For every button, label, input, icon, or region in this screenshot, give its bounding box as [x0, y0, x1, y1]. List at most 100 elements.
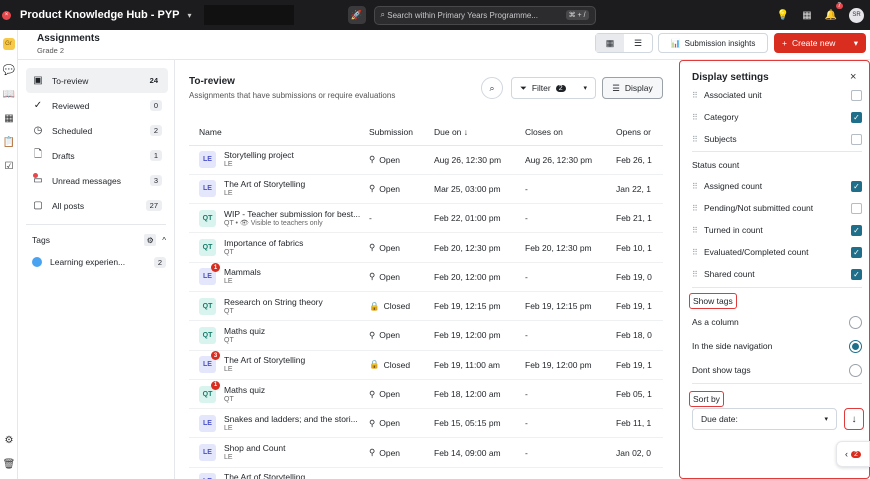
checkbox[interactable]: [851, 89, 862, 101]
checkbox-checked[interactable]: ✓: [851, 224, 862, 236]
assignment-title[interactable]: The Art of Storytelling: [224, 355, 369, 365]
drag-handle-icon[interactable]: ⠿: [692, 204, 704, 213]
sort-by-select[interactable]: Due date: ▾: [692, 408, 837, 430]
column-header-opens-on[interactable]: Opens or: [616, 120, 663, 146]
setting-assigned-count[interactable]: ⠿ Assigned count ✓: [692, 176, 862, 196]
table-view-icon[interactable]: ▦: [596, 34, 624, 52]
sidebar-item-to-review[interactable]: ▣ To-review 24: [26, 68, 168, 93]
table-row[interactable]: QT Maths quiz QT ⚲ Open Feb 19, 12:00 pm - Feb …: [189, 320, 663, 351]
submission-insights-button[interactable]: 📊 Submission insights: [658, 33, 768, 53]
drag-handle-icon[interactable]: ⠿: [692, 270, 704, 279]
tag-option-side-navigation[interactable]: In the side navigation: [692, 336, 862, 356]
list-view-icon[interactable]: ☰: [624, 34, 652, 52]
column-header-closes-on[interactable]: Closes on: [525, 120, 616, 146]
option-label: As a column: [692, 317, 739, 327]
table-row[interactable]: LEThe Art of StorytellingLE: [189, 467, 663, 479]
checkbox-icon[interactable]: ☑: [0, 154, 18, 178]
create-new-button[interactable]: + Create new ▾: [774, 33, 866, 53]
column-header-name[interactable]: Name: [189, 120, 369, 146]
table-row[interactable]: LE Shop and Count LE ⚲ Open Feb 14, 09:00 am -…: [189, 437, 663, 468]
setting-pending-count[interactable]: ⠿ Pending/Not submitted count: [692, 198, 862, 218]
lightbulb-icon[interactable]: 💡: [777, 9, 789, 21]
close-window-button[interactable]: ×: [2, 10, 11, 20]
checkbox-checked[interactable]: ✓: [851, 180, 862, 192]
search-button[interactable]: ⌕: [481, 77, 503, 99]
search-input[interactable]: ⌕ Search within Primary Years Programme.…: [373, 5, 596, 25]
display-button[interactable]: ☰ Display: [602, 77, 663, 99]
setting-shared-count[interactable]: ⠿ Shared count ✓: [692, 264, 862, 284]
setting-category[interactable]: ⠿ Category ✓: [692, 107, 862, 127]
assignment-title[interactable]: Shop and Count: [224, 443, 369, 453]
panel-title: Display settings: [692, 72, 769, 83]
checkbox-checked[interactable]: ✓: [851, 111, 862, 123]
sidebar-item-all-posts[interactable]: ▢ All posts 27: [26, 193, 168, 218]
avatar[interactable]: SR: [849, 7, 864, 23]
assignment-title[interactable]: Storytelling project: [224, 150, 369, 160]
table-row[interactable]: QT 1 Maths quiz QT ⚲ Open Feb 18, 12:00 am - Feb…: [189, 379, 663, 410]
assignment-title[interactable]: Maths quiz: [224, 385, 369, 395]
clipboard-icon[interactable]: 📋: [0, 130, 18, 154]
grid-icon[interactable]: ▦: [0, 106, 18, 130]
drag-handle-icon[interactable]: ⠿: [692, 135, 704, 144]
bell-icon[interactable]: 🔔 7: [825, 3, 843, 21]
book-icon[interactable]: 📖: [0, 82, 18, 106]
assignment-title[interactable]: The Art of Storytelling: [224, 179, 369, 189]
setting-turned-in-count[interactable]: ⠿ Turned in count ✓: [692, 220, 862, 240]
trash-icon[interactable]: 🗑: [0, 452, 18, 476]
radio-button[interactable]: [849, 315, 862, 329]
chat-icon[interactable]: 💬: [0, 58, 18, 82]
checkbox-checked[interactable]: ✓: [851, 246, 862, 258]
app-logo[interactable]: Gr: [2, 38, 15, 50]
sidebar-item-drafts[interactable]: 🗋 Drafts 1: [26, 143, 168, 168]
table-row[interactable]: LE Snakes and ladders; and the stori... LE…: [189, 408, 663, 439]
table-row[interactable]: QT Importance of fabrics QT ⚲ Open Feb 20, 12…: [189, 232, 663, 263]
table-row[interactable]: LE 1 Mammals LE ⚲ Open Feb 20, 12:00 pm - Feb 19…: [189, 262, 663, 292]
setting-associated-unit[interactable]: ⠿ Associated unit: [692, 85, 862, 105]
unlock-icon: ⚲: [369, 183, 376, 194]
workspace-title[interactable]: Product Knowledge Hub - PYP: [20, 9, 180, 21]
tag-option-dont-show[interactable]: Dont show tags: [692, 360, 862, 380]
sort-direction-button[interactable]: ↓: [844, 408, 864, 430]
radio-button-selected[interactable]: [849, 339, 862, 353]
settings-icon[interactable]: ⚙: [0, 428, 18, 452]
assignment-title[interactable]: Maths quiz: [224, 326, 369, 336]
table-row[interactable]: LE 3 The Art of Storytelling LE 🔒 Closed Feb 1…: [189, 350, 663, 380]
assignment-title[interactable]: WIP - Teacher submission for best...: [224, 209, 369, 219]
column-header-submission[interactable]: Submission: [369, 120, 434, 146]
calendar-icon[interactable]: ▦: [801, 9, 813, 21]
floating-expand-button[interactable]: ‹ 2: [836, 441, 870, 467]
filter-button[interactable]: ⏷ Filter 2 ▾: [511, 77, 596, 99]
drag-handle-icon[interactable]: ⠿: [692, 113, 704, 122]
assignment-title[interactable]: The Art of Storytelling: [224, 472, 369, 479]
chevron-down-icon[interactable]: ▾: [188, 11, 192, 20]
sidebar-item-reviewed[interactable]: ✓ Reviewed 0: [26, 93, 168, 118]
setting-evaluated-count[interactable]: ⠿ Evaluated/Completed count ✓: [692, 242, 862, 262]
assignment-title[interactable]: Mammals: [224, 267, 369, 277]
assignment-title[interactable]: Snakes and ladders; and the stori...: [224, 414, 369, 424]
drag-handle-icon[interactable]: ⠿: [692, 248, 704, 257]
radio-button[interactable]: [849, 363, 862, 377]
close-icon[interactable]: ×: [850, 71, 856, 83]
chevron-up-icon[interactable]: ^: [162, 236, 166, 245]
table-row[interactable]: QT Research on String theory QT 🔒 Closed Feb …: [189, 291, 663, 322]
checkbox[interactable]: [851, 133, 862, 145]
checkbox[interactable]: [851, 202, 862, 214]
table-row[interactable]: LE Storytelling project LE ⚲ Open Aug 26, 12:…: [189, 145, 663, 175]
drag-handle-icon[interactable]: ⠿: [692, 182, 704, 191]
gear-icon[interactable]: ⚙: [144, 234, 157, 246]
table-row[interactable]: QT WIP - Teacher submission for best... QT…: [189, 203, 663, 234]
drag-handle-icon[interactable]: ⠿: [692, 91, 704, 100]
sidebar-item-scheduled[interactable]: ◷ Scheduled 2: [26, 118, 168, 143]
table-row[interactable]: LE The Art of Storytelling LE ⚲ Open Mar 25, …: [189, 174, 663, 205]
column-header-due-on[interactable]: Due on ↓: [434, 120, 525, 146]
assignment-title[interactable]: Research on String theory: [224, 297, 369, 307]
tag-option-as-column[interactable]: As a column: [692, 312, 862, 332]
assignment-title[interactable]: Importance of fabrics: [224, 238, 369, 248]
setting-subjects[interactable]: ⠿ Subjects: [692, 129, 862, 149]
chevron-down-icon: ▾: [583, 85, 587, 92]
rocket-icon[interactable]: 🚀: [347, 6, 366, 24]
sidebar-item-tag[interactable]: Learning experien... 2: [32, 254, 166, 270]
sidebar-item-unread-messages[interactable]: ▭ Unread messages 3: [26, 168, 168, 193]
drag-handle-icon[interactable]: ⠿: [692, 226, 704, 235]
checkbox-checked[interactable]: ✓: [851, 268, 862, 280]
